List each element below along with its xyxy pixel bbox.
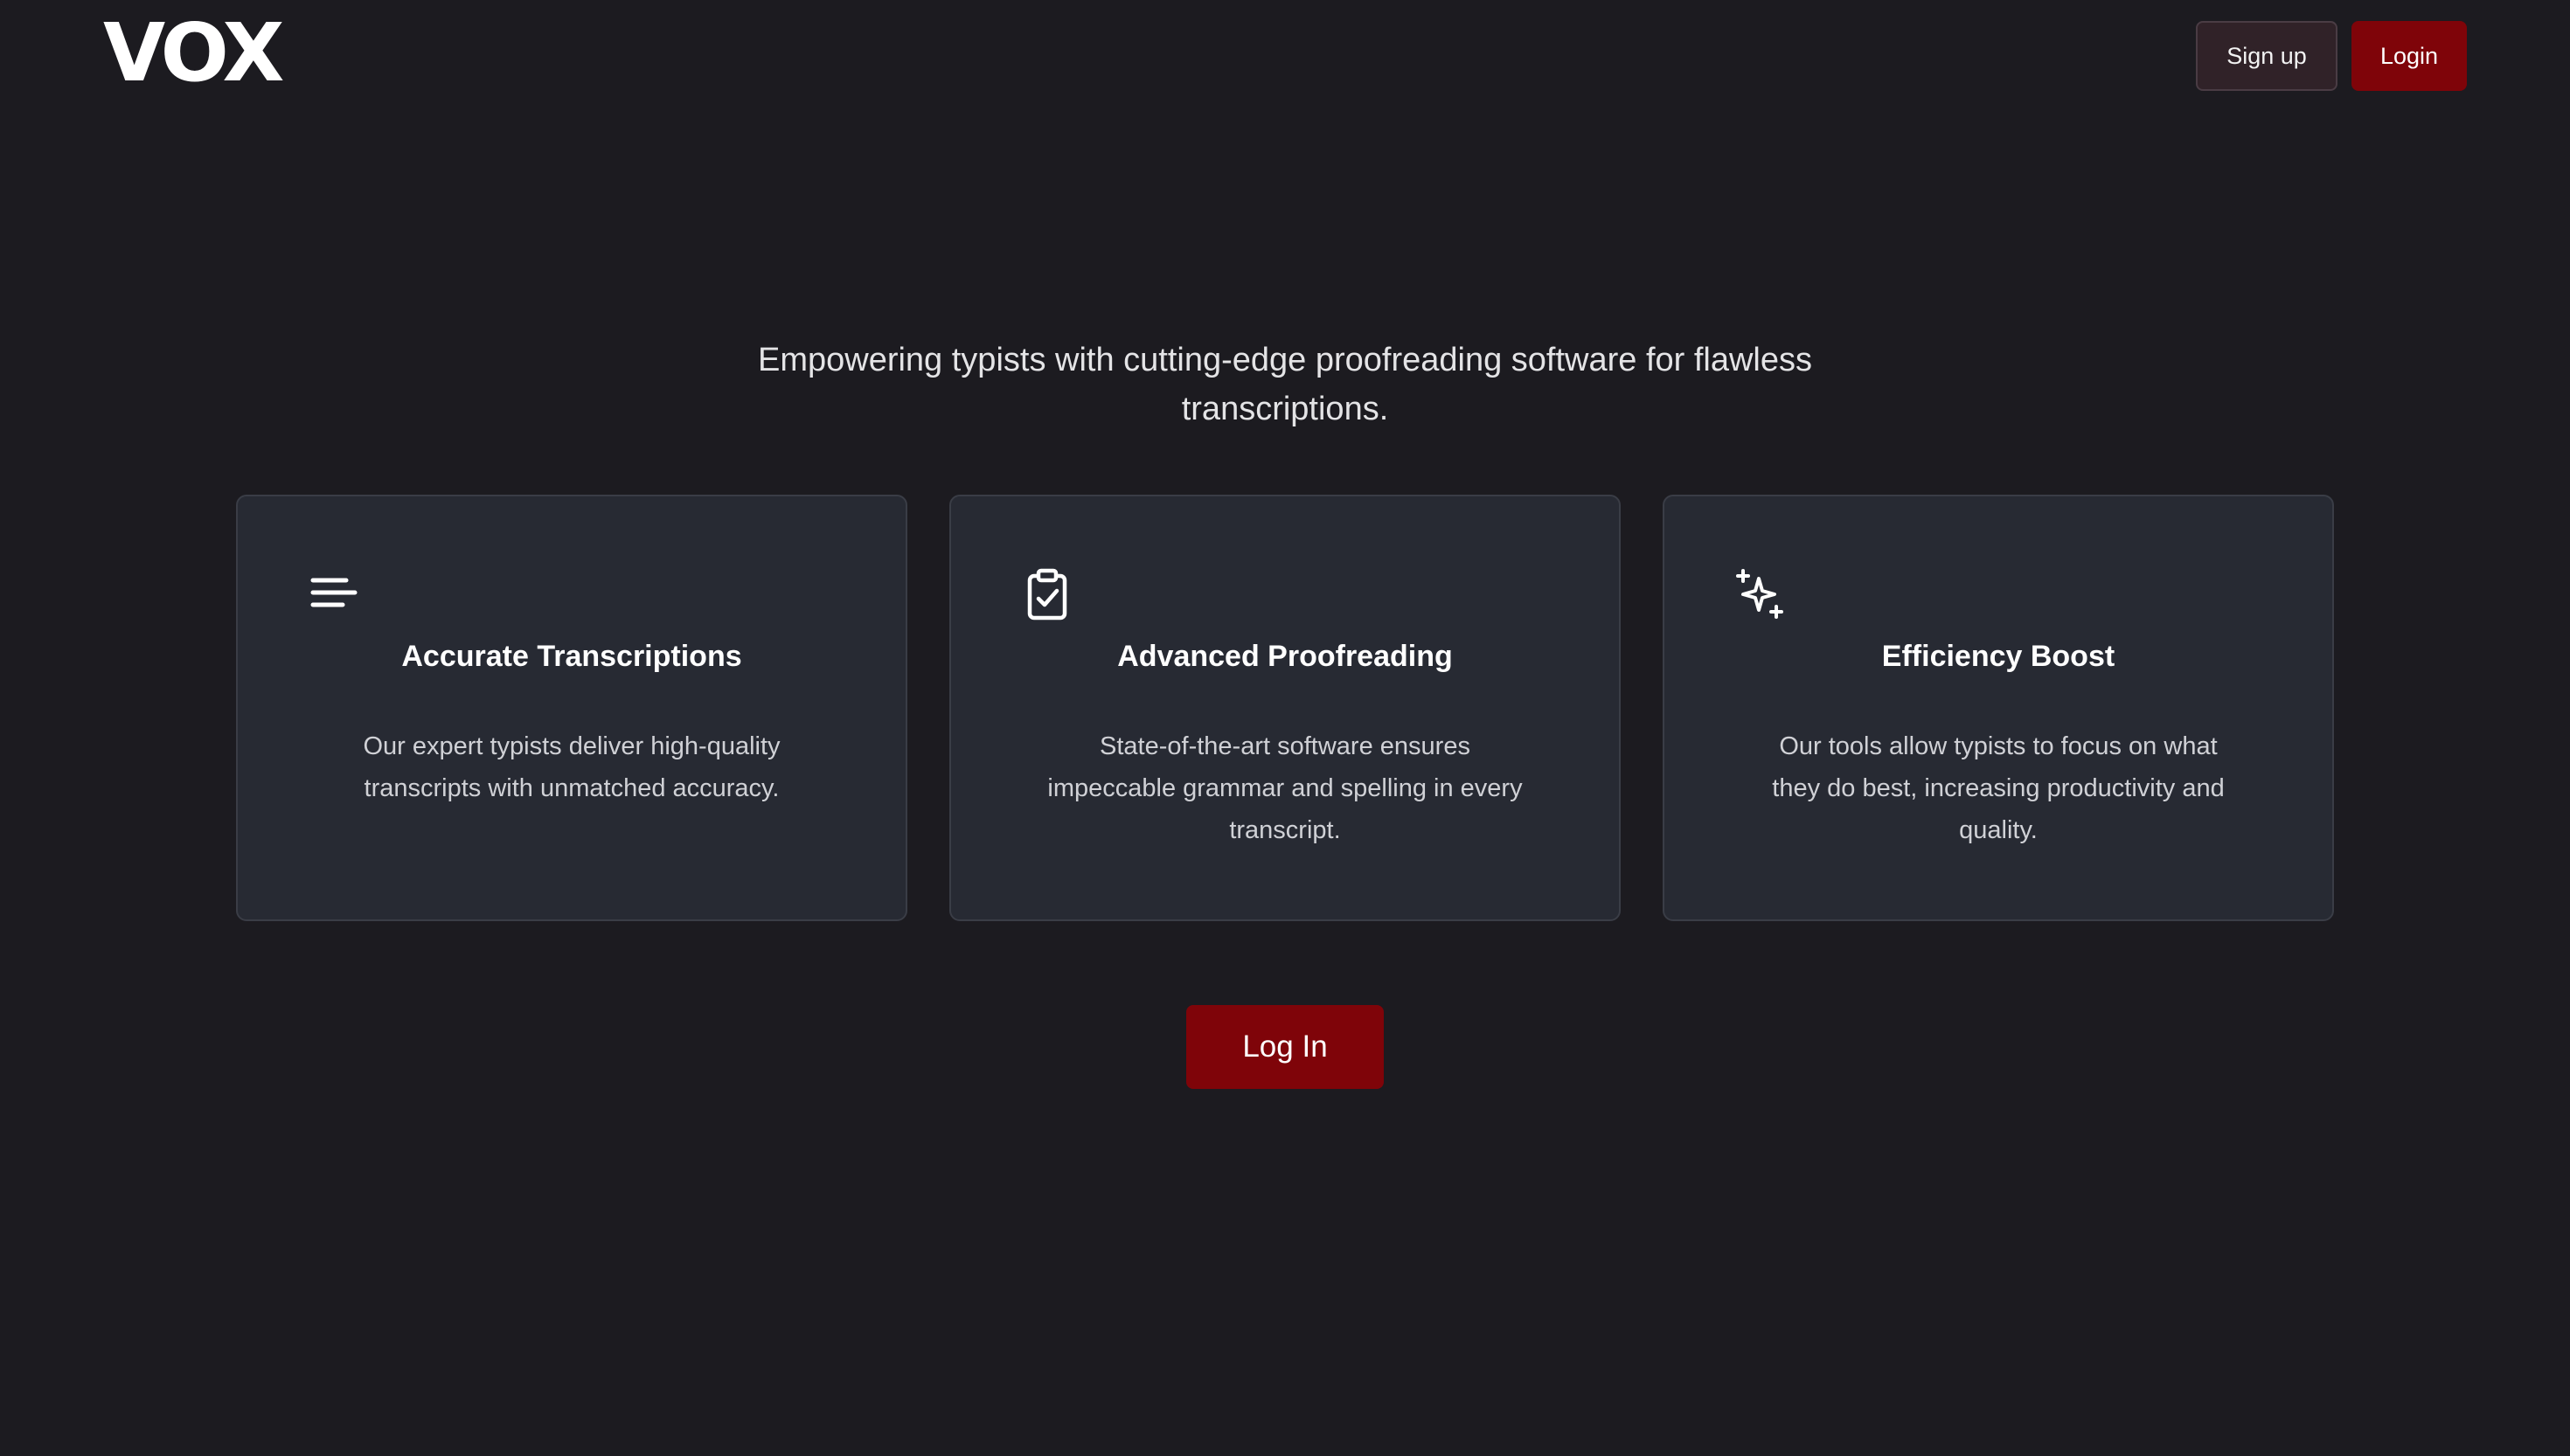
- feature-description: Our tools allow typists to focus on what…: [1772, 732, 2225, 844]
- vox-logo[interactable]: VOX: [103, 13, 287, 94]
- feature-card-efficiency-boost: Efficiency Boost Our tools allow typists…: [1663, 495, 2334, 921]
- text-lines-icon: [308, 568, 360, 621]
- hero-tagline: Empowering typists with cutting‑edge pro…: [757, 342, 1813, 427]
- feature-title: Efficiency Boost: [1881, 640, 2115, 673]
- clipboard-check-icon: [1021, 568, 1073, 621]
- feature-title: Accurate Transcriptions: [401, 640, 742, 673]
- sign-up-button[interactable]: Sign up: [2196, 21, 2337, 91]
- feature-card-advanced-proofreading: Advanced Proofreading State‑of‑the‑art s…: [949, 495, 1621, 921]
- feature-card-accurate-transcriptions: Accurate Transcriptions Our expert typis…: [236, 495, 907, 921]
- feature-description: State‑of‑the‑art software ensures impecc…: [1047, 732, 1523, 844]
- log-in-cta-button[interactable]: Log In: [1186, 1005, 1384, 1089]
- sparkles-icon: [1734, 568, 1787, 621]
- feature-description: Our expert typists deliver high‑quality …: [363, 732, 781, 802]
- feature-title: Advanced Proofreading: [1117, 640, 1453, 673]
- landing-page: VOX Sign up Login Empowering typists wit…: [0, 0, 2570, 1456]
- login-button[interactable]: Login: [2351, 21, 2467, 91]
